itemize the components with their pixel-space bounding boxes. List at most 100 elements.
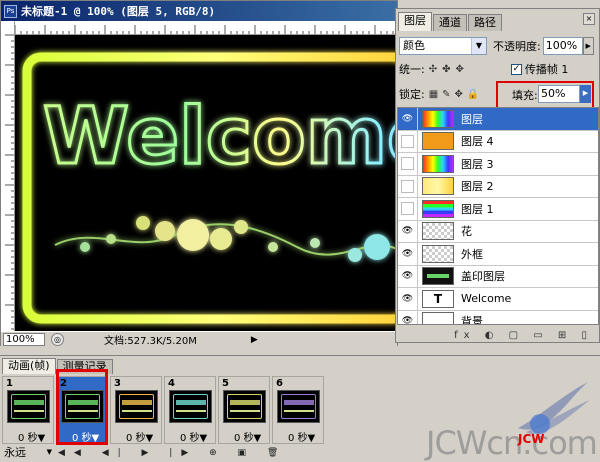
- frame-thumbnail: [169, 390, 212, 423]
- layer-visibility-toggle[interactable]: [398, 175, 418, 197]
- layer-visibility-toggle[interactable]: [398, 153, 418, 175]
- layer-row[interactable]: 图层 3: [398, 153, 598, 176]
- layer-row[interactable]: 👁 盖印图层: [398, 265, 598, 288]
- unify-position-icons[interactable]: ✣✤✥: [429, 64, 469, 75]
- horizontal-ruler[interactable]: [15, 21, 397, 35]
- frame-number: 3: [114, 378, 121, 389]
- layer-thumbnail: T: [422, 289, 454, 308]
- layer-visibility-toggle[interactable]: [398, 198, 418, 220]
- watermark-red-text: JCW: [518, 432, 545, 446]
- frame-thumbnail-flowers: [14, 410, 44, 412]
- layer-name: 外框: [461, 247, 483, 261]
- loop-select[interactable]: 永远 ▼: [2, 446, 52, 460]
- blend-mode-select[interactable]: 颜色 ▼: [399, 37, 487, 55]
- frame-thumbnail-text: [230, 400, 260, 405]
- layer-visibility-toggle[interactable]: [398, 130, 418, 152]
- layer-visibility-toggle[interactable]: 👁: [398, 265, 418, 287]
- document-info: 文档:527.3K/5.20M: [104, 336, 197, 347]
- layer-thumbnail: [422, 132, 454, 151]
- document-title-bar[interactable]: Ps 未标题-1 @ 100% (图层 5, RGB/8): [1, 1, 397, 21]
- layer-visibility-toggle[interactable]: 👁: [398, 220, 418, 242]
- frame-delay[interactable]: 0 秒▼: [18, 429, 45, 444]
- loop-value: 永远: [4, 446, 26, 459]
- selected-frame-highlight: [56, 369, 108, 445]
- opacity-arrow-icon[interactable]: ▶: [582, 37, 594, 55]
- layer-visibility-toggle[interactable]: 👁: [398, 310, 418, 324]
- propagate-frame-checkbox[interactable]: ✓: [510, 63, 522, 75]
- layer-name: 花: [461, 225, 472, 239]
- zoom-field[interactable]: 100%: [3, 333, 45, 346]
- animation-frame[interactable]: 1 0 秒▼: [2, 376, 54, 444]
- opacity-input[interactable]: 100%: [542, 37, 583, 55]
- canvas-artwork: Welcome: [22, 52, 397, 324]
- frame-thumbnail-border: [173, 394, 208, 419]
- ruler-ticks-horizontal: [15, 25, 394, 34]
- photoshop-app-icon: Ps: [4, 4, 17, 18]
- layer-name: 盖印图层: [461, 270, 505, 284]
- eye-icon: 👁: [401, 293, 414, 304]
- eye-icon: 👁: [401, 226, 414, 237]
- layer-row[interactable]: 👁 图层: [398, 108, 598, 131]
- vertical-ruler[interactable]: [1, 21, 15, 331]
- layer-name: 图层 3: [461, 157, 494, 171]
- frame-delay[interactable]: 0 秒▼: [288, 429, 315, 444]
- animation-frame[interactable]: 5 0 秒▼: [218, 376, 270, 444]
- layer-row[interactable]: 👁 外框: [398, 243, 598, 266]
- frame-thumbnail-text: [122, 400, 152, 405]
- hidden-layer-box: [401, 157, 414, 171]
- frame-delay[interactable]: 0 秒▼: [180, 429, 207, 444]
- layers-panel: 图层 通道 路径 × 颜色 ▼ 不透明度: 100% ▶ 统一: ✣✤✥ ✓ 传…: [395, 8, 600, 343]
- tab-paths[interactable]: 路径: [468, 14, 502, 31]
- lock-options-icons[interactable]: ▦✎✥🔒: [429, 89, 484, 100]
- tab-channels[interactable]: 通道: [433, 14, 467, 31]
- tab-layers[interactable]: 图层: [398, 12, 432, 31]
- propagate-frame-label: 传播帧 1: [524, 63, 569, 76]
- frame-thumbnail-border: [281, 394, 316, 419]
- frame-number: 1: [6, 378, 13, 389]
- layer-row[interactable]: 图层 1: [398, 198, 598, 221]
- layer-thumbnail: [422, 109, 454, 128]
- frame-number: 4: [168, 378, 175, 389]
- ruler-ticks-vertical: [5, 34, 14, 330]
- layer-row[interactable]: 👁 花: [398, 220, 598, 243]
- panel-close-icon[interactable]: ×: [583, 13, 595, 25]
- opacity-label: 不透明度:: [493, 40, 541, 53]
- frame-delay[interactable]: 0 秒▼: [126, 429, 153, 444]
- fill-label: 填充:: [512, 89, 538, 102]
- layer-name: 图层 2: [461, 180, 494, 194]
- animation-frame[interactable]: 4 0 秒▼: [164, 376, 216, 444]
- frame-delay[interactable]: 0 秒▼: [234, 429, 261, 444]
- frame-thumbnail-border: [11, 394, 46, 419]
- frame-thumbnail: [115, 390, 158, 423]
- tab-animation-frames[interactable]: 动画(帧): [2, 358, 56, 374]
- animation-frame[interactable]: 3 0 秒▼: [110, 376, 162, 444]
- frame-thumbnail-flowers: [230, 410, 260, 412]
- status-menu-arrow-icon[interactable]: ▶: [251, 335, 258, 345]
- document-title: 未标题-1 @ 100% (图层 5, RGB/8): [21, 5, 216, 18]
- frame-thumbnail-border: [119, 394, 154, 419]
- fill-arrow-icon[interactable]: ▶: [580, 85, 591, 103]
- canvas[interactable]: Welcome: [15, 35, 397, 331]
- layer-row[interactable]: 图层 4: [398, 130, 598, 153]
- layer-row[interactable]: 👁 背景: [398, 310, 598, 324]
- layers-panel-footer-icons[interactable]: fx ◐ ▢ ▭ ⊞ ▯: [396, 327, 599, 343]
- layer-visibility-toggle[interactable]: 👁: [398, 288, 418, 310]
- layer-visibility-toggle[interactable]: 👁: [398, 243, 418, 265]
- status-info-icon[interactable]: ◎: [51, 333, 64, 346]
- layer-thumbnail: [422, 312, 454, 324]
- hidden-layer-box: [401, 179, 414, 193]
- playback-controls-icons[interactable]: ◀◀ ◀| ▶ |▶ ⊕ ▣ 🗑: [58, 448, 287, 458]
- layer-visibility-toggle[interactable]: 👁: [398, 108, 418, 130]
- text-layer-icon: T: [433, 291, 443, 306]
- frame-strip: 10 秒▼ 2 0 秒▼ 3 0 秒▼ 4 0 秒▼ 5 0 秒▼ 6 0 秒▼: [2, 376, 326, 446]
- frame-thumbnail-text: [284, 400, 314, 405]
- hidden-layer-box: [401, 202, 414, 216]
- layer-thumbnail: [422, 244, 454, 263]
- frame-thumbnail: [7, 390, 50, 423]
- layer-row[interactable]: 图层 2: [398, 175, 598, 198]
- frame-thumbnail-text: [14, 400, 44, 405]
- eye-icon: 👁: [401, 271, 414, 282]
- fill-input[interactable]: 50%: [538, 85, 580, 103]
- layer-row[interactable]: 👁 T Welcome: [398, 288, 598, 311]
- animation-frame[interactable]: 6 0 秒▼: [272, 376, 324, 444]
